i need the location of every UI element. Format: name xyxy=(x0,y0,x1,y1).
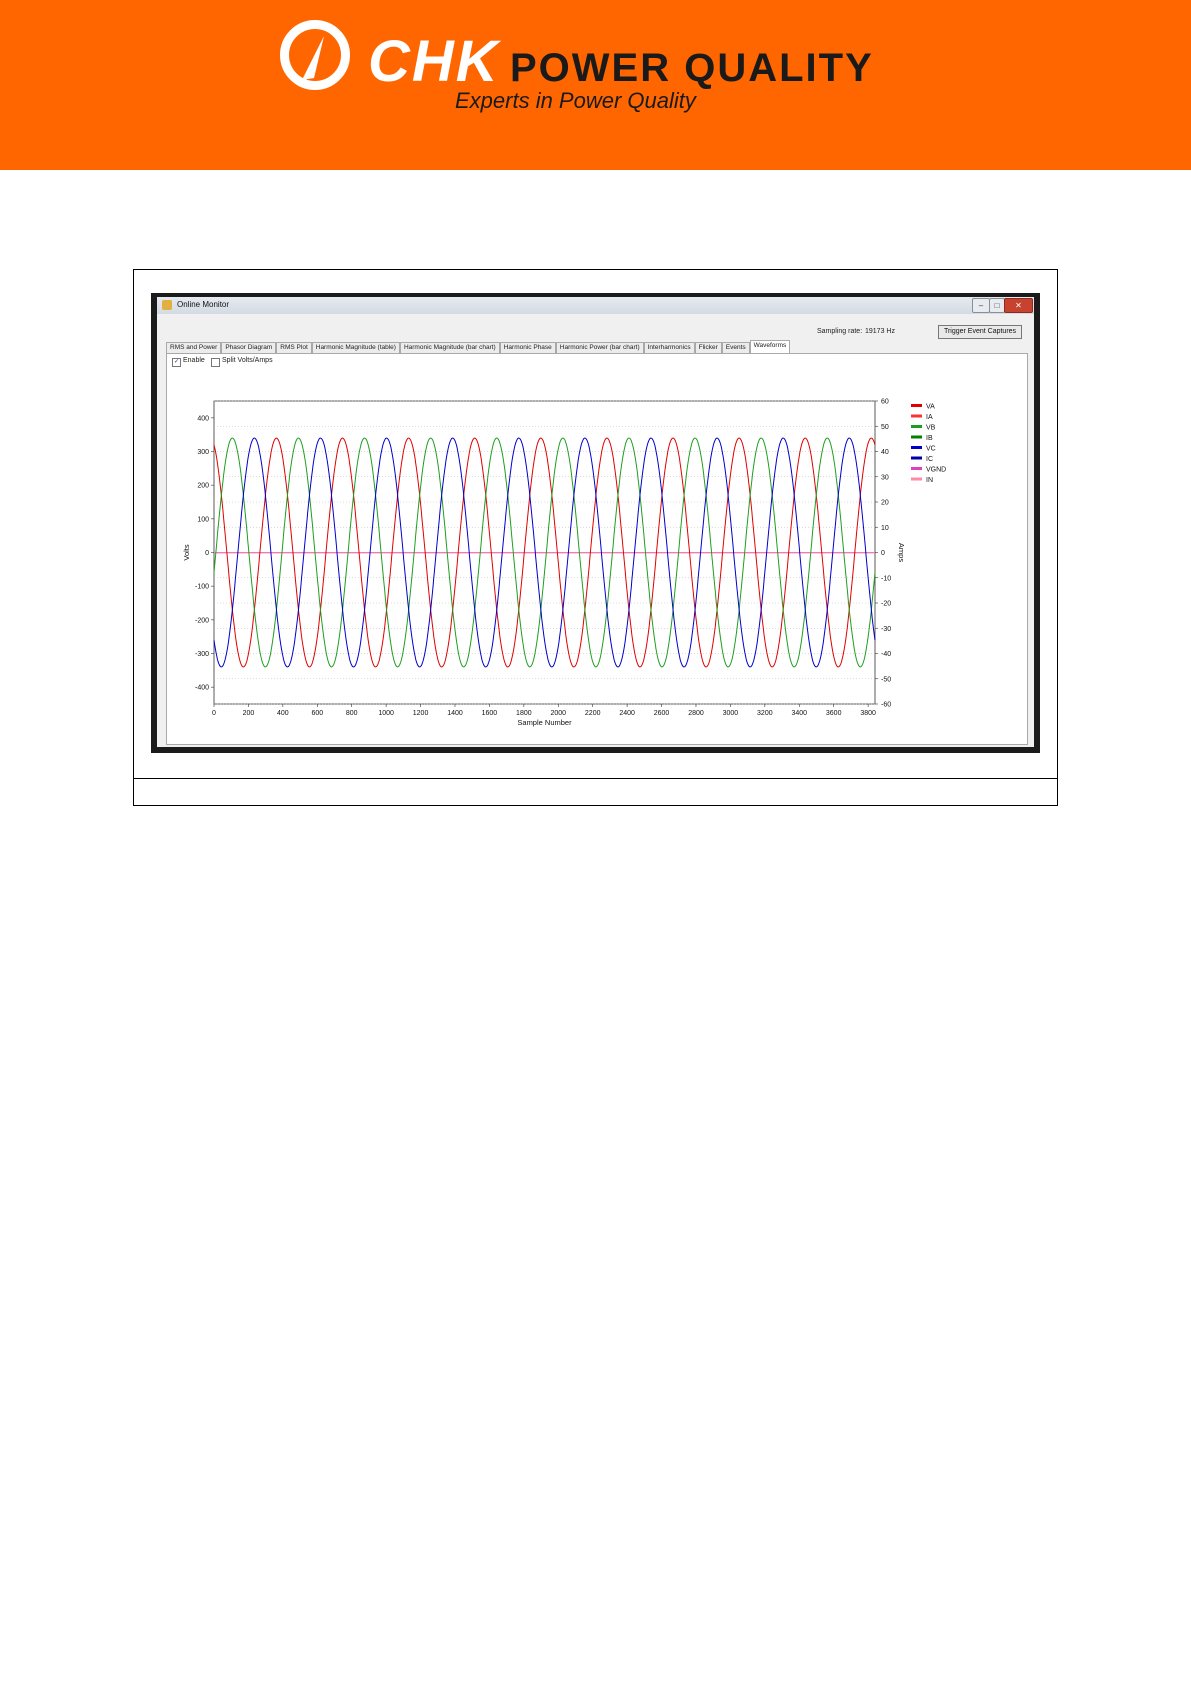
y-tick-label: -100 xyxy=(195,584,209,591)
logo-chk-text: CHK xyxy=(368,29,500,94)
x-tick-label: 1000 xyxy=(378,710,394,717)
y2-tick-label: 50 xyxy=(881,424,889,431)
x-tick-label: 200 xyxy=(243,710,255,717)
y2-tick-label: 30 xyxy=(881,474,889,481)
x-tick-label: 800 xyxy=(346,710,358,717)
y2-tick-label: -40 xyxy=(881,651,891,658)
legend-label-in: IN xyxy=(926,477,933,484)
x-tick-label: 1600 xyxy=(482,710,498,717)
y2-tick-label: -20 xyxy=(881,601,891,608)
y2-tick-label: -30 xyxy=(881,626,891,633)
y2-tick-label: 40 xyxy=(881,449,889,456)
x-tick-label: 2200 xyxy=(585,710,601,717)
waveform-chart: 4003002001000-100-200-300-40060504030201… xyxy=(182,399,946,728)
y-tick-label: -200 xyxy=(195,617,209,624)
x-tick-label: 3800 xyxy=(860,710,876,717)
y2-tick-label: -10 xyxy=(881,575,891,582)
legend-label-ia: IA xyxy=(926,414,933,421)
legend-label-vc: VC xyxy=(926,446,936,453)
x-axis-label: Sample Number xyxy=(517,718,572,727)
x-tick-label: 2400 xyxy=(619,710,635,717)
legend-swatch xyxy=(911,414,922,418)
x-tick-label: 1200 xyxy=(413,710,429,717)
x-tick-label: 2000 xyxy=(550,710,566,717)
y2-tick-label: 10 xyxy=(881,525,889,532)
y2-axis-label: Amps xyxy=(897,543,906,562)
company-logo: CHK POWER QUALITY Experts in Power Quali… xyxy=(280,18,920,118)
x-tick-label: 600 xyxy=(311,710,323,717)
y-tick-label: 300 xyxy=(197,449,209,456)
y2-tick-label: -50 xyxy=(881,676,891,683)
x-tick-label: 1400 xyxy=(447,710,463,717)
y-tick-label: 200 xyxy=(197,483,209,490)
x-tick-label: 1800 xyxy=(516,710,532,717)
y-axis-label: Volts xyxy=(182,544,191,561)
y-tick-label: -400 xyxy=(195,685,209,692)
caption-divider xyxy=(133,778,1058,779)
y-tick-label: 100 xyxy=(197,516,209,523)
legend-swatch xyxy=(911,467,922,470)
header-banner: CHK POWER QUALITY Experts in Power Quali… xyxy=(0,0,1191,170)
legend-swatch xyxy=(911,435,922,439)
legend-label-vb: VB xyxy=(926,425,936,432)
legend-swatch xyxy=(911,477,922,481)
y-tick-label: 0 xyxy=(205,550,209,557)
legend-label-ic: IC xyxy=(926,456,933,463)
y-tick-label: 400 xyxy=(197,415,209,422)
x-tick-label: 3400 xyxy=(791,710,807,717)
x-tick-label: 3600 xyxy=(826,710,842,717)
y2-tick-label: 0 xyxy=(881,550,885,557)
logo-needle-icon xyxy=(302,36,324,80)
y-tick-label: -300 xyxy=(195,651,209,658)
x-tick-label: 0 xyxy=(212,710,216,717)
x-tick-label: 400 xyxy=(277,710,289,717)
logo-tagline: Experts in Power Quality xyxy=(455,88,696,113)
legend-label-va: VA xyxy=(926,404,935,411)
x-tick-label: 2600 xyxy=(654,710,670,717)
y2-tick-label: 60 xyxy=(881,399,889,406)
legend-swatch xyxy=(911,446,922,449)
x-tick-label: 3200 xyxy=(757,710,773,717)
x-tick-label: 2800 xyxy=(688,710,704,717)
y2-tick-label: 20 xyxy=(881,500,889,507)
legend-label-ib: IB xyxy=(926,435,933,442)
legend-label-vgnd: VGND xyxy=(926,467,946,474)
legend-swatch xyxy=(911,456,922,460)
logo-power-quality-text: POWER QUALITY xyxy=(510,46,874,90)
y2-tick-label: -60 xyxy=(881,702,891,709)
legend-swatch xyxy=(911,404,922,407)
x-tick-label: 3000 xyxy=(723,710,739,717)
legend-swatch xyxy=(911,425,922,428)
